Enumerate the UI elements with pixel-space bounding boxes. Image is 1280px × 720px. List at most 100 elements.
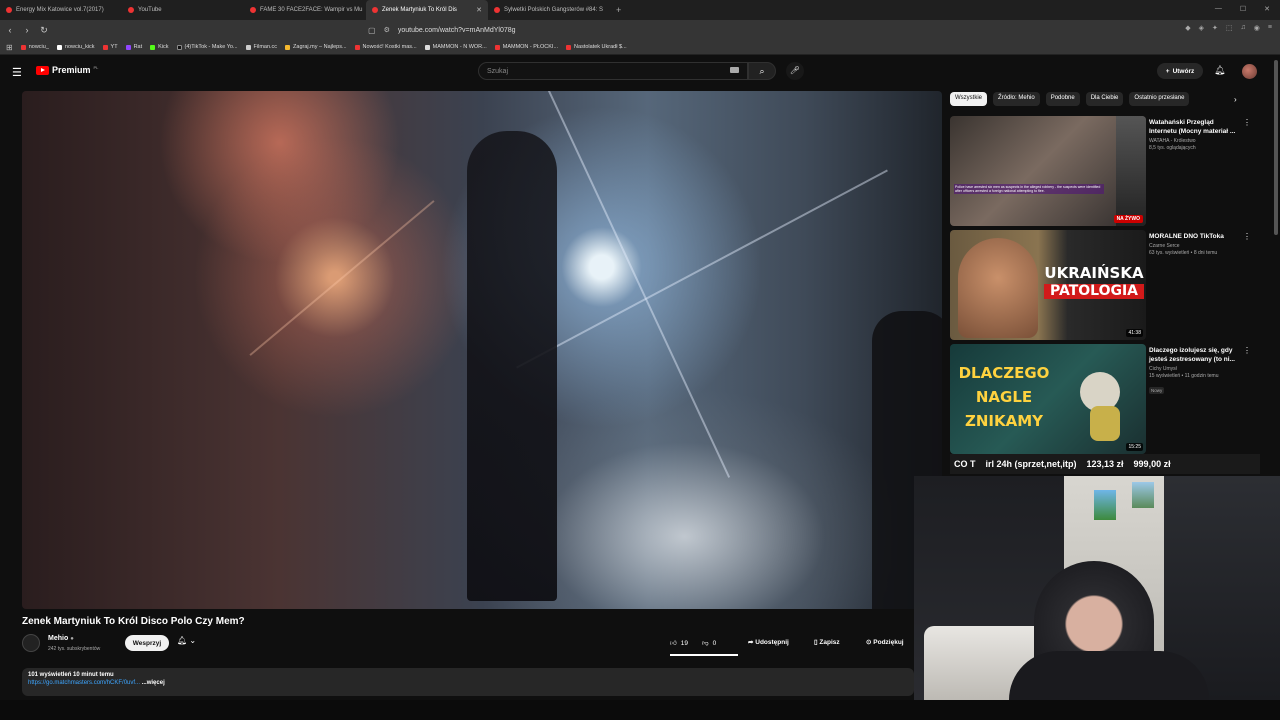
extension-icon[interactable]: ⬚ (1226, 24, 1233, 32)
recommendation-item[interactable]: UKRAIŃSKA PATOLOGIA 41:38 MORALNE DNO Ti… (950, 230, 1260, 340)
thumbs-up-icon: 👍︎ (670, 640, 677, 647)
url-text: youtube.com/watch?v=mAnMdYl078g (397, 26, 516, 34)
channel-name[interactable]: Mehio ● (48, 635, 74, 642)
browser-tab[interactable]: YouTube (122, 0, 244, 20)
menu-dots-icon[interactable]: ≡ (1268, 24, 1272, 32)
chip-similar[interactable]: Podobne (1045, 92, 1080, 106)
recommendation-channel[interactable]: Cichy Umysł (1149, 366, 1241, 372)
youtube-logo[interactable]: Premium PL (36, 65, 98, 75)
overlay-goal-text: irl 24h (sprzet,net,itp) (985, 459, 1077, 469)
like-dislike-group: 👍︎ 19 👎︎ 0 (670, 635, 716, 651)
sidebar-scrollbar[interactable] (1274, 60, 1278, 235)
bookmark-favicon-icon (20, 44, 26, 50)
description-link[interactable]: https://go.matchmasters.com/hCKF/0uvf... (28, 680, 140, 686)
bookmark-item[interactable]: Filman.cc (245, 44, 277, 50)
youtube-favicon-icon (494, 7, 500, 13)
profile-icon[interactable]: ◉ (1254, 24, 1260, 32)
url-field[interactable]: ▢ ⚙ youtube.com/watch?v=mAnMdYl078g (368, 23, 908, 37)
dislike-button[interactable]: 👎︎ 0 (702, 639, 716, 648)
bookmark-item[interactable]: Zagraj.my – Najleps... (285, 44, 347, 50)
thumbnail-side-panel (1116, 116, 1146, 226)
like-button[interactable]: 👍︎ 19 (670, 639, 688, 648)
minimize-icon[interactable]: — (1215, 5, 1222, 13)
recommendation-channel[interactable]: Czarne Serce (1149, 243, 1241, 249)
reload-icon[interactable]: ↻ (37, 25, 51, 36)
streamer-shoulders (1009, 651, 1209, 700)
video-duration: 15:25 (1126, 443, 1143, 451)
recommendation-title[interactable]: Dlaczego izolujesz się, gdy jesteś zestr… (1149, 346, 1241, 364)
overlay-amount: 123,13 zł (1086, 459, 1124, 469)
bookmark-item[interactable]: Kick (150, 44, 169, 50)
bookmark-item[interactable]: nowciu_kick (56, 44, 95, 50)
support-button[interactable]: Wesprzyj (125, 635, 169, 651)
maximize-icon[interactable]: ☐ (1240, 5, 1246, 13)
back-icon[interactable]: ‹ (3, 25, 17, 35)
share-button[interactable]: ➦ Udostępnij (748, 638, 789, 646)
bookmark-item[interactable]: MAMMON - PŁOCKI... (494, 44, 558, 50)
apps-grid-icon[interactable]: ⊞ (6, 43, 13, 52)
browser-tab[interactable]: FAME 30 FACE2FACE: Wampir vs Mu (244, 0, 366, 20)
bookmark-item[interactable]: YT (102, 44, 118, 50)
recommendation-item[interactable]: Police have arrested six men as suspects… (950, 116, 1260, 226)
browser-tab-active[interactable]: Zenek Martyniuk To Król Dis ✕ (366, 0, 488, 20)
channel-avatar[interactable] (22, 634, 40, 652)
youtube-favicon-icon (102, 44, 108, 50)
bookmark-item[interactable]: (4)TikTok - Make Yo... (176, 44, 238, 50)
recommendation-channel[interactable]: WATAHA - Królestwo (1149, 138, 1241, 144)
forward-icon[interactable]: › (20, 25, 34, 35)
notifications-bell-icon[interactable]: 🔔︎ (1214, 65, 1225, 76)
recommendation-item[interactable]: DLACZEGO NAGLE ZNIKAMY 15:25 Dlaczego iz… (950, 344, 1260, 454)
bottom-strip (0, 700, 1280, 720)
close-tab-icon[interactable]: ✕ (476, 6, 482, 14)
search-button[interactable]: ⌕ (748, 62, 776, 80)
recommendation-title[interactable]: Watahański Przegląd Internetu (Mocny mat… (1149, 118, 1241, 136)
chip-for-you[interactable]: Dla Ciebie (1085, 92, 1124, 106)
media-icon[interactable]: ♫ (1241, 24, 1246, 32)
extension-icon[interactable]: ✦ (1212, 24, 1218, 32)
show-more-link[interactable]: ...więcej (142, 680, 165, 686)
video-player[interactable] (22, 91, 942, 609)
more-options-icon[interactable]: ⋮ (1243, 232, 1251, 241)
youtube-favicon-icon (128, 7, 134, 13)
bookmark-page-icon[interactable]: ▢ (368, 26, 376, 35)
chip-recent[interactable]: Ostatnio przesłane (1129, 92, 1190, 106)
chip-source[interactable]: Źródło: Mehio (993, 92, 1040, 106)
subscription-bell-icon[interactable]: 🔔︎ ⌄ (177, 636, 196, 645)
bookmark-item[interactable]: nowciu_ (20, 44, 49, 50)
save-button[interactable]: ▯ Zapisz (814, 638, 840, 646)
kick-favicon-icon (150, 44, 156, 50)
tab-label: YouTube (138, 7, 162, 13)
account-avatar[interactable] (1242, 64, 1257, 79)
bookmark-item[interactable]: Nowość! Kostki mas... (354, 44, 417, 50)
youtube-favicon-icon (566, 44, 572, 50)
hamburger-menu-icon[interactable]: ☰ (12, 66, 22, 79)
recommendation-title[interactable]: MORALNE DNO TikToka (1149, 232, 1241, 241)
new-tab-icon[interactable]: + (610, 5, 627, 15)
search-input[interactable]: Szukaj (478, 62, 748, 80)
more-options-icon[interactable]: ⋮ (1243, 118, 1251, 127)
chip-all[interactable]: Wszystkie (950, 92, 987, 106)
bookmark-item[interactable]: Nastolatek Ukradł $... (566, 44, 627, 50)
more-options-icon[interactable]: ⋮ (1243, 346, 1251, 355)
video-thumbnail[interactable]: DLACZEGO NAGLE ZNIKAMY 15:25 (950, 344, 1146, 454)
video-thumbnail[interactable]: UKRAIŃSKA PATOLOGIA 41:38 (950, 230, 1146, 340)
thanks-button[interactable]: ⊙ Podziękuj (866, 638, 904, 646)
chevron-right-icon[interactable]: › (1234, 95, 1237, 104)
verified-icon: ● (70, 636, 74, 642)
keyboard-icon[interactable] (730, 67, 739, 73)
browser-tab[interactable]: Sylwetki Polskich Gangsterów #84: S (488, 0, 610, 20)
browser-tab[interactable]: Energy Mix Katowice vol.7(2017) (0, 0, 122, 20)
extension-icon[interactable]: ◈ (1199, 24, 1204, 32)
extension-icon[interactable]: ◆ (1185, 24, 1190, 32)
video-thumbnail[interactable]: Police have arrested six men as suspects… (950, 116, 1146, 226)
bookmark-item[interactable]: MAMMON - N WOR... (424, 44, 487, 50)
close-window-icon[interactable]: ✕ (1264, 5, 1270, 13)
thumbnail-text: PATOLOGIA (1044, 284, 1144, 299)
site-info-icon[interactable]: ⚙ (384, 26, 390, 34)
create-button[interactable]: + Utwórz (1157, 63, 1203, 79)
voice-search-button[interactable]: 🎤︎ (786, 62, 804, 80)
description-box[interactable]: 101 wyświetleń 10 minut temu https://go.… (22, 668, 914, 696)
bookmark-item[interactable]: Rat (125, 44, 142, 50)
youtube-play-icon (36, 65, 49, 75)
like-ratio-fill (670, 654, 738, 656)
